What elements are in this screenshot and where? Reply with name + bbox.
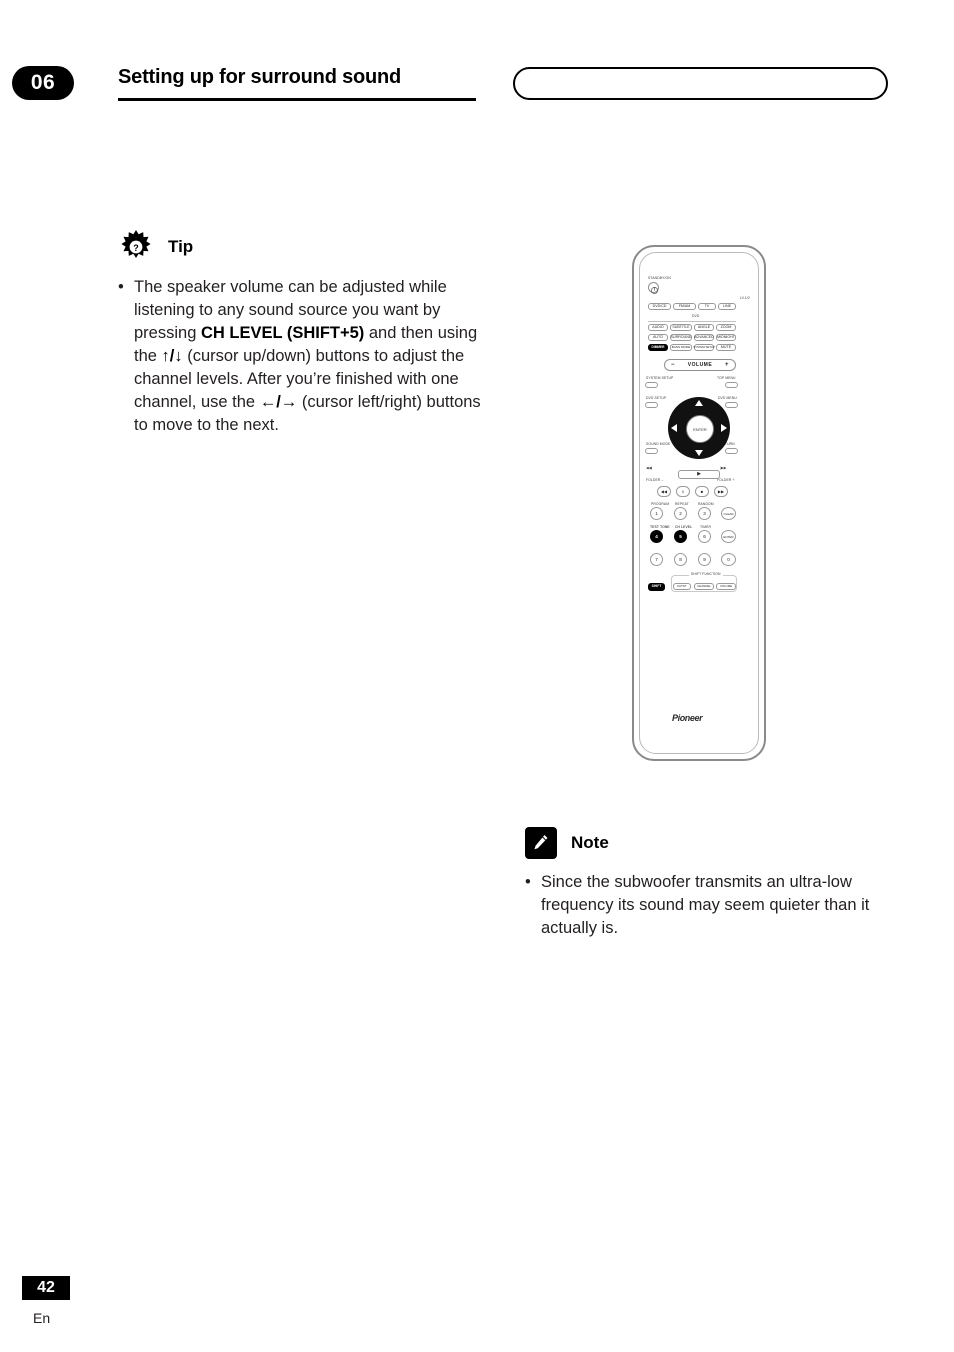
page-number: 42 bbox=[22, 1276, 70, 1300]
mode-button-midnight[interactable]: MIDNIGHT bbox=[716, 334, 736, 341]
source-button-line[interactable]: LINE bbox=[718, 303, 736, 310]
remote-label-system-setup: SYSTEM SETUP bbox=[646, 376, 674, 380]
chapter-number-badge: 06 bbox=[12, 66, 74, 100]
mode-button-auto[interactable]: AUTO bbox=[648, 334, 668, 341]
svg-text:?: ? bbox=[133, 243, 139, 253]
number-button-4[interactable]: 4 bbox=[650, 530, 663, 543]
dvd-button-subtitle[interactable]: SUBTITLE bbox=[670, 324, 692, 331]
header-pill-placeholder bbox=[513, 67, 888, 100]
note-block: Note Since the subwoofer transmits an ul… bbox=[525, 825, 895, 940]
volume-small-button[interactable]: VOLUME bbox=[716, 583, 736, 590]
dvd-button-zoom[interactable]: ZOOM bbox=[716, 324, 736, 331]
number-button-1[interactable]: 1 bbox=[650, 507, 663, 520]
page-title: Setting up for surround sound bbox=[118, 66, 402, 88]
tip-text-bold1: CH LEVEL (SHIFT+5) bbox=[200, 324, 365, 342]
cursor-updown-glyph: ↑/↓ bbox=[161, 347, 183, 365]
mode-button-system-setup[interactable]: SYSTEM SETUP bbox=[693, 344, 715, 351]
return-button[interactable] bbox=[725, 448, 738, 454]
enter-button[interactable]: ENTER bbox=[686, 415, 714, 443]
mode-button-surround[interactable]: SURROUND bbox=[670, 334, 692, 341]
in-tst-button[interactable]: IN/TST bbox=[673, 583, 691, 590]
pioneer-logo: Pioneer bbox=[672, 713, 703, 723]
note-label: Note bbox=[571, 833, 609, 852]
channel-button[interactable]: CHANNEL bbox=[694, 583, 714, 590]
remote-control-illustration: STANDBY/ON LV.1/2 DVD/CD FM/AM TV LINE D… bbox=[632, 245, 766, 761]
remote-label-prev-skip: ◀◀| bbox=[646, 466, 653, 470]
dvd-button-audio[interactable]: AUDIO bbox=[648, 324, 668, 331]
dvd-setup-button[interactable] bbox=[645, 402, 658, 408]
mode-button-mute[interactable]: MUTE bbox=[716, 344, 736, 351]
remote-label-timer: TIMER bbox=[700, 525, 712, 529]
tip-header: ? Tip bbox=[118, 228, 488, 266]
cursor-up-arrow-icon[interactable] bbox=[695, 400, 703, 406]
volume-minus-icon[interactable]: − bbox=[671, 362, 675, 368]
source-button-fmam[interactable]: FM/AM bbox=[673, 303, 696, 310]
remote-label-folder-minus: FOLDER – bbox=[646, 478, 664, 482]
page-language: En bbox=[33, 1310, 51, 1326]
remote-label-standby: STANDBY/ON bbox=[648, 276, 671, 280]
remote-label-lv: LV.1/2 bbox=[740, 296, 750, 300]
remote-label-shift-function: SHIFT FUNCTION bbox=[689, 572, 723, 577]
cursor-left-arrow-icon[interactable] bbox=[671, 424, 677, 432]
volume-rocker[interactable]: − VOLUME + bbox=[664, 359, 736, 371]
pause-button[interactable]: ‖ bbox=[676, 486, 690, 497]
number-button-0[interactable]: 0 bbox=[721, 553, 736, 566]
note-header: Note bbox=[525, 825, 895, 861]
rewind-button[interactable]: ◀◀ bbox=[657, 486, 671, 497]
note-list-item: Since the subwoofer transmits an ultra-l… bbox=[525, 871, 895, 940]
number-button-6[interactable]: 6 bbox=[698, 530, 711, 543]
sound-mode-button[interactable] bbox=[645, 448, 658, 454]
dvd-menu-button[interactable] bbox=[725, 402, 738, 408]
tip-label: Tip bbox=[168, 237, 194, 256]
number-button-8[interactable]: 8 bbox=[674, 553, 687, 566]
mode-button-dimmer[interactable]: DIMMER bbox=[648, 344, 668, 351]
play-button[interactable]: ▶ bbox=[678, 470, 720, 479]
source-button-dvdcd[interactable]: DVD/CD bbox=[648, 303, 671, 310]
remote-label-random: RANDOM bbox=[698, 502, 714, 506]
remote-label-folder-plus: FOLDER + bbox=[717, 478, 735, 482]
dvd-group-divider bbox=[648, 321, 736, 322]
remote-label-dvd: DVD bbox=[692, 314, 700, 318]
cursor-down-arrow-icon[interactable] bbox=[695, 450, 703, 456]
mode-button-advanced[interactable]: ADVANCED bbox=[694, 334, 714, 341]
tip-block: ? Tip The speaker volume can be adjusted… bbox=[118, 228, 488, 437]
number-button-2[interactable]: 2 bbox=[674, 507, 687, 520]
tip-list-item: The speaker volume can be adjusted while… bbox=[118, 276, 488, 437]
standby-button[interactable] bbox=[648, 282, 659, 294]
number-button-9[interactable]: 9 bbox=[698, 553, 711, 566]
volume-plus-icon[interactable]: + bbox=[725, 362, 729, 368]
enter-label: ENTER bbox=[693, 426, 707, 432]
number-button-7[interactable]: 7 bbox=[650, 553, 663, 566]
system-setup-button[interactable] bbox=[645, 382, 658, 388]
fast-forward-button[interactable]: ▶▶ bbox=[714, 486, 728, 497]
note-list: Since the subwoofer transmits an ultra-l… bbox=[525, 871, 895, 940]
enter-number-button[interactable]: ENTER bbox=[721, 530, 736, 543]
source-button-tv[interactable]: TV bbox=[698, 303, 716, 310]
cursor-right-arrow-icon[interactable] bbox=[721, 424, 727, 432]
note-pencil-icon bbox=[525, 827, 557, 859]
number-button-5[interactable]: 5 bbox=[674, 530, 687, 543]
shift-button[interactable]: SHIFT bbox=[648, 583, 665, 591]
number-button-3[interactable]: 3 bbox=[698, 507, 711, 520]
remote-label-repeat: REPEAT bbox=[675, 502, 689, 506]
dvd-button-angle[interactable]: ANGLE bbox=[694, 324, 714, 331]
remote-label-ch-level: CH LEVEL bbox=[675, 525, 693, 529]
tip-list: The speaker volume can be adjusted while… bbox=[118, 276, 488, 437]
top-menu-button[interactable] bbox=[725, 382, 738, 388]
title-underline bbox=[118, 98, 476, 101]
remote-label-dvd-menu: DVD MENU bbox=[718, 396, 737, 400]
mode-button-bass[interactable]: BASS MODE bbox=[670, 344, 692, 351]
remote-label-test-tone: TEST TONE bbox=[650, 525, 670, 529]
volume-label: VOLUME bbox=[687, 362, 713, 368]
remote-label-dvd-setup: DVD SETUP bbox=[646, 396, 667, 400]
remote-label-top-menu: TOP MENU bbox=[717, 376, 736, 380]
stop-button[interactable]: ■ bbox=[695, 486, 709, 497]
clear-button[interactable]: CLEAR bbox=[721, 507, 736, 520]
remote-label-next-skip: |▶▶ bbox=[720, 466, 727, 470]
remote-label-program: PROGRAM bbox=[651, 502, 670, 506]
cursor-leftright-glyph: ←/→ bbox=[259, 393, 298, 411]
tip-sun-icon: ? bbox=[118, 229, 154, 265]
remote-label-sound-mode: SOUND MODE bbox=[646, 442, 671, 446]
